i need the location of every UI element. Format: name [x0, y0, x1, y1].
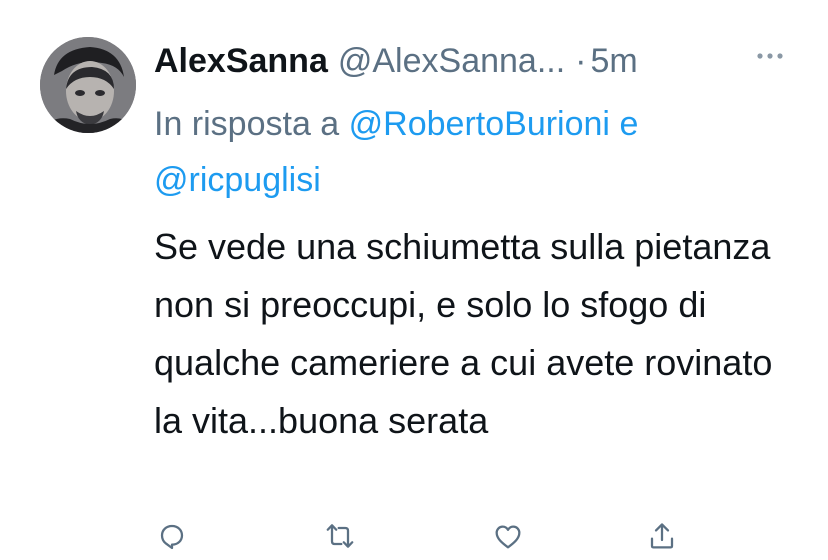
author-handle[interactable]: @AlexSanna... [338, 42, 565, 81]
reply-button[interactable] [154, 518, 190, 554]
reply-join: e [619, 105, 639, 143]
tweet-timestamp[interactable]: 5m [591, 42, 638, 81]
reply-context: In risposta a @RobertoBurioni e @ricpugl… [154, 96, 794, 208]
avatar[interactable] [40, 37, 136, 133]
more-dots-icon [757, 53, 783, 59]
mention-link-roberto[interactable]: @RobertoBurioni [349, 105, 610, 143]
share-icon [650, 523, 674, 549]
like-button[interactable] [490, 518, 526, 554]
tweet-text: Se vede una schiumetta sulla pietanza no… [154, 226, 773, 441]
retweet-icon [326, 524, 354, 548]
retweet-button[interactable] [322, 518, 358, 554]
like-icon [495, 525, 521, 549]
more-options-button[interactable] [752, 38, 788, 78]
tweet-actions [0, 510, 828, 560]
reply-prefix: In risposta a [154, 105, 340, 143]
reply-icon [160, 524, 184, 550]
avatar-image [40, 37, 136, 133]
tweet-header: AlexSanna @AlexSanna... · 5m [154, 38, 794, 84]
mention-link-ricpuglisi[interactable]: @ricpuglisi [154, 161, 321, 199]
share-button[interactable] [644, 518, 680, 554]
separator-dot: · [575, 41, 587, 80]
author-name[interactable]: AlexSanna [154, 42, 328, 81]
